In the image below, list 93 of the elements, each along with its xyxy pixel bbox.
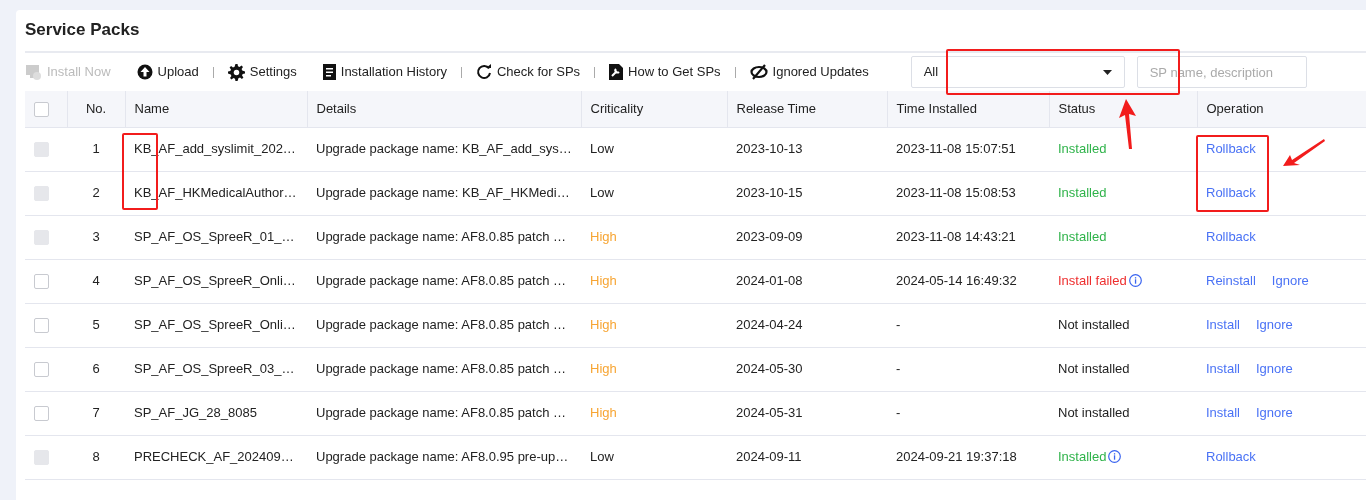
status-label: Install failed — [1058, 273, 1127, 289]
status-label: Not installed — [1058, 361, 1130, 377]
toolbar-button[interactable]: Installation History — [322, 62, 447, 82]
column-header: Name — [125, 91, 307, 127]
table-cell: 8 — [67, 435, 125, 479]
status-label: Installed — [1058, 141, 1107, 157]
action-link[interactable]: Ignore — [1271, 273, 1309, 289]
checkbox[interactable] — [34, 102, 49, 118]
table-cell: SP_AF_OS_SpreeR_Onli… — [125, 259, 307, 303]
criticality-label: Low — [590, 141, 614, 157]
table-cell: - — [887, 347, 1049, 391]
table-cell: 3 — [67, 215, 125, 259]
table-cell: 1 — [67, 127, 125, 171]
eye-off-icon — [749, 64, 768, 80]
table-cell: 2024-04-24 — [727, 303, 887, 347]
table-cell: Upgrade package name: AF8.0.85 patch … — [307, 259, 581, 303]
table-cell: 7 — [67, 391, 125, 435]
table-cell: 2023-11-08 14:43:21 — [887, 215, 1049, 259]
toolbar-button[interactable]: Upload — [136, 62, 199, 82]
checkbox[interactable] — [34, 274, 49, 290]
status-label: Installed — [1058, 449, 1107, 465]
action-link[interactable]: Install — [1206, 317, 1240, 333]
checkbox[interactable] — [34, 362, 49, 378]
table-cell: - — [887, 391, 1049, 435]
criticality-label: High — [590, 317, 617, 333]
page-title: Service Packs — [25, 20, 141, 40]
table-cell: Upgrade package name: KB_AF_add_sys… — [307, 127, 581, 171]
action-link[interactable]: Reinstall — [1206, 273, 1256, 289]
table-cell: SP_AF_OS_SpreeR_01_… — [125, 215, 307, 259]
table-cell: 2 — [67, 171, 125, 215]
table-cell: 5 — [67, 303, 125, 347]
column-header: Time Installed — [887, 91, 1049, 127]
criticality-label: Low — [590, 449, 614, 465]
table-cell: 2024-01-08 — [727, 259, 887, 303]
select-value: All — [923, 63, 939, 82]
table-cell: Upgrade package name: KB_AF_HKMedi… — [307, 171, 581, 215]
caret-icon — [1102, 69, 1112, 75]
toolbar-button[interactable]: How to Get SPs — [609, 62, 721, 82]
column-header: Release Time — [727, 91, 887, 127]
criticality-label: High — [590, 405, 617, 421]
criticality-label: High — [590, 361, 617, 377]
refresh-icon — [476, 64, 492, 80]
table-cell: 2023-11-08 15:08:53 — [887, 171, 1049, 215]
table-cell: - — [887, 303, 1049, 347]
table-cell: 2023-10-13 — [727, 127, 887, 171]
table-cell: Upgrade package name: AF8.0.95 pre-up… — [307, 435, 581, 479]
filter-select[interactable]: All — [910, 56, 1125, 88]
action-link[interactable]: Install — [1206, 405, 1240, 421]
wrench-icon — [609, 64, 624, 80]
action-link[interactable]: Install — [1206, 361, 1240, 377]
checkbox[interactable] — [34, 406, 49, 422]
table-cell: 2023-11-08 15:07:51 — [887, 127, 1049, 171]
table-cell: SP_AF_JG_28_8085 — [125, 391, 307, 435]
column-header: No. — [67, 91, 125, 127]
table-cell: Upgrade package name: AF8.0.85 patch … — [307, 391, 581, 435]
table-cell: 2024-05-31 — [727, 391, 887, 435]
toolbar-button[interactable]: Settings — [227, 62, 297, 82]
table-cell: Upgrade package name: AF8.0.85 patch … — [307, 303, 581, 347]
table-cell: 4 — [67, 259, 125, 303]
criticality-label: High — [590, 229, 617, 245]
action-link[interactable]: Ignore — [1255, 405, 1293, 421]
toolbar-button[interactable]: Ignored Updates — [749, 62, 869, 82]
action-link[interactable]: Ignore — [1255, 317, 1293, 333]
status-label: Installed — [1058, 185, 1107, 201]
table-cell: 2024-05-30 — [727, 347, 887, 391]
checkbox[interactable] — [34, 318, 49, 334]
status-label: Not installed — [1058, 317, 1130, 333]
table-cell: SP_AF_OS_SpreeR_Onli… — [125, 303, 307, 347]
table-cell: 2024-05-14 16:49:32 — [887, 259, 1049, 303]
table-cell: 2024-09-21 19:37:18 — [887, 435, 1049, 479]
table-cell: SP_AF_OS_SpreeR_03_… — [125, 347, 307, 391]
table-cell: Upgrade package name: AF8.0.85 patch … — [307, 347, 581, 391]
column-header: Details — [307, 91, 581, 127]
column-header: Criticality — [581, 91, 727, 127]
table-cell: 2023-10-15 — [727, 171, 887, 215]
annotation-arrow — [1116, 98, 1138, 150]
table-cell: 2024-09-11 — [727, 435, 887, 479]
criticality-label: High — [590, 273, 617, 289]
monitor-icon — [25, 64, 42, 80]
status-label: Installed — [1058, 229, 1107, 245]
criticality-label: Low — [590, 185, 614, 201]
column-header: Operation — [1197, 91, 1366, 127]
toolbar-button[interactable]: Check for SPs — [476, 62, 581, 82]
status-label: Not installed — [1058, 405, 1130, 421]
table-cell: PRECHECK_AF_202409… — [125, 435, 307, 479]
settings-icon — [227, 63, 245, 81]
action-link[interactable]: Ignore — [1255, 361, 1293, 377]
table-cell: 2023-09-09 — [727, 215, 887, 259]
upload-icon — [136, 64, 153, 80]
table-cell: 6 — [67, 347, 125, 391]
column-header: Status — [1049, 91, 1197, 127]
document-icon — [322, 64, 336, 80]
table-cell: Upgrade package name: AF8.0.85 patch … — [307, 215, 581, 259]
